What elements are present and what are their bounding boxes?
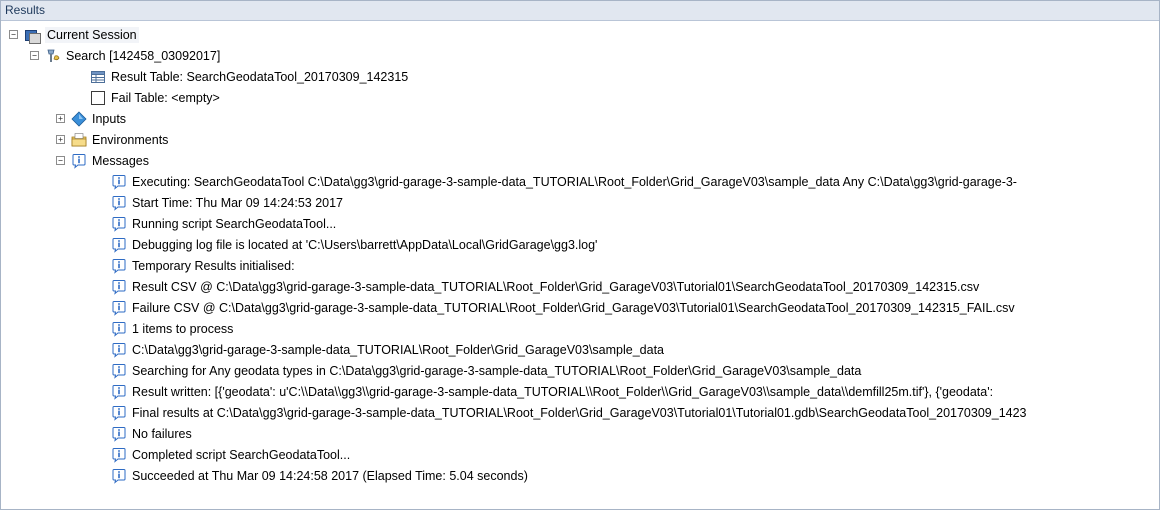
- collapse-toggle[interactable]: −: [30, 51, 39, 60]
- info-icon: [111, 405, 127, 421]
- results-tree: − Current Session − Search [142458_03092…: [1, 22, 1159, 509]
- message-text: Succeeded at Thu Mar 09 14:24:58 2017 (E…: [132, 468, 528, 483]
- tree-node-current-session[interactable]: − Current Session: [9, 24, 139, 45]
- info-icon: [71, 153, 87, 169]
- message-item[interactable]: Debugging log file is located at 'C:\Use…: [111, 234, 597, 255]
- info-icon: [111, 279, 127, 295]
- message-item[interactable]: Executing: SearchGeodataTool C:\Data\gg3…: [111, 171, 1017, 192]
- message-text: Searching for Any geodata types in C:\Da…: [132, 363, 862, 378]
- tree-node-label: Search [142458_03092017]: [66, 48, 221, 63]
- message-text: Running script SearchGeodataTool...: [132, 216, 337, 231]
- message-item[interactable]: Result CSV @ C:\Data\gg3\grid-garage-3-s…: [111, 276, 979, 297]
- tree-node-messages[interactable]: − Messages: [56, 150, 149, 171]
- info-icon: [111, 447, 127, 463]
- message-item[interactable]: C:\Data\gg3\grid-garage-3-sample-data_TU…: [111, 339, 664, 360]
- tree-node-label: Fail Table: <empty>: [111, 90, 220, 105]
- results-window: Results − Current Session − Search [1424…: [0, 0, 1160, 510]
- message-item[interactable]: Succeeded at Thu Mar 09 14:24:58 2017 (E…: [111, 465, 528, 486]
- message-item[interactable]: Temporary Results initialised:: [111, 255, 295, 276]
- message-item[interactable]: 1 items to process: [111, 318, 233, 339]
- tree-node-label: Inputs: [92, 111, 127, 126]
- tree-node-label: Messages: [92, 153, 149, 168]
- message-item[interactable]: Searching for Any geodata types in C:\Da…: [111, 360, 861, 381]
- tree-node-inputs[interactable]: + Inputs: [56, 108, 126, 129]
- info-icon: [111, 342, 127, 358]
- tree-node-label: Environments: [92, 132, 169, 147]
- message-text: Result CSV @ C:\Data\gg3\grid-garage-3-s…: [132, 279, 980, 294]
- collapse-toggle[interactable]: −: [9, 30, 18, 39]
- empty-table-icon: [90, 90, 106, 106]
- message-text: C:\Data\gg3\grid-garage-3-sample-data_TU…: [132, 342, 664, 357]
- message-item[interactable]: Completed script SearchGeodataTool...: [111, 444, 350, 465]
- tree-node-fail-table[interactable]: Fail Table: <empty>: [90, 87, 220, 108]
- folder-icon: [71, 132, 87, 148]
- expand-toggle[interactable]: +: [56, 135, 65, 144]
- message-text: Temporary Results initialised:: [132, 258, 295, 273]
- expand-toggle[interactable]: +: [56, 114, 65, 123]
- message-item[interactable]: Failure CSV @ C:\Data\gg3\grid-garage-3-…: [111, 297, 1015, 318]
- tree-node-result-table[interactable]: Result Table: SearchGeodataTool_20170309…: [90, 66, 408, 87]
- message-text: Result written: [{'geodata': u'C:\\Data\…: [132, 384, 994, 399]
- info-icon: [111, 384, 127, 400]
- tool-icon: [45, 48, 61, 64]
- message-text: Failure CSV @ C:\Data\gg3\grid-garage-3-…: [132, 300, 1015, 315]
- tree-node-label: Result Table: SearchGeodataTool_20170309…: [111, 69, 409, 84]
- info-icon: [111, 300, 127, 316]
- message-item[interactable]: Result written: [{'geodata': u'C:\\Data\…: [111, 381, 993, 402]
- message-item[interactable]: Running script SearchGeodataTool...: [111, 213, 336, 234]
- info-icon: [111, 258, 127, 274]
- table-icon: [90, 69, 106, 85]
- info-icon: [111, 468, 127, 484]
- message-text: Debugging log file is located at 'C:\Use…: [132, 237, 598, 252]
- tree-node-label: Current Session: [45, 26, 139, 43]
- session-icon: [24, 27, 41, 44]
- info-icon: [111, 363, 127, 379]
- info-icon: [111, 321, 127, 337]
- info-icon: [111, 237, 127, 253]
- tree-node-search[interactable]: − Search [142458_03092017]: [30, 45, 220, 66]
- diamond-icon: [71, 110, 87, 127]
- collapse-toggle[interactable]: −: [56, 156, 65, 165]
- message-text: Start Time: Thu Mar 09 14:24:53 2017: [132, 195, 344, 210]
- message-item[interactable]: Start Time: Thu Mar 09 14:24:53 2017: [111, 192, 343, 213]
- window-title: Results: [1, 1, 1159, 21]
- message-item[interactable]: Final results at C:\Data\gg3\grid-garage…: [111, 402, 1027, 423]
- tree-node-environments[interactable]: + Environments: [56, 129, 168, 150]
- message-text: No failures: [132, 426, 192, 441]
- info-icon: [111, 216, 127, 232]
- info-icon: [111, 174, 127, 190]
- info-icon: [111, 195, 127, 211]
- message-text: Final results at C:\Data\gg3\grid-garage…: [132, 405, 1027, 420]
- message-text: Completed script SearchGeodataTool...: [132, 447, 351, 462]
- message-text: Executing: SearchGeodataTool C:\Data\gg3…: [132, 174, 1017, 189]
- message-item[interactable]: No failures: [111, 423, 192, 444]
- info-icon: [111, 426, 127, 442]
- message-text: 1 items to process: [132, 321, 234, 336]
